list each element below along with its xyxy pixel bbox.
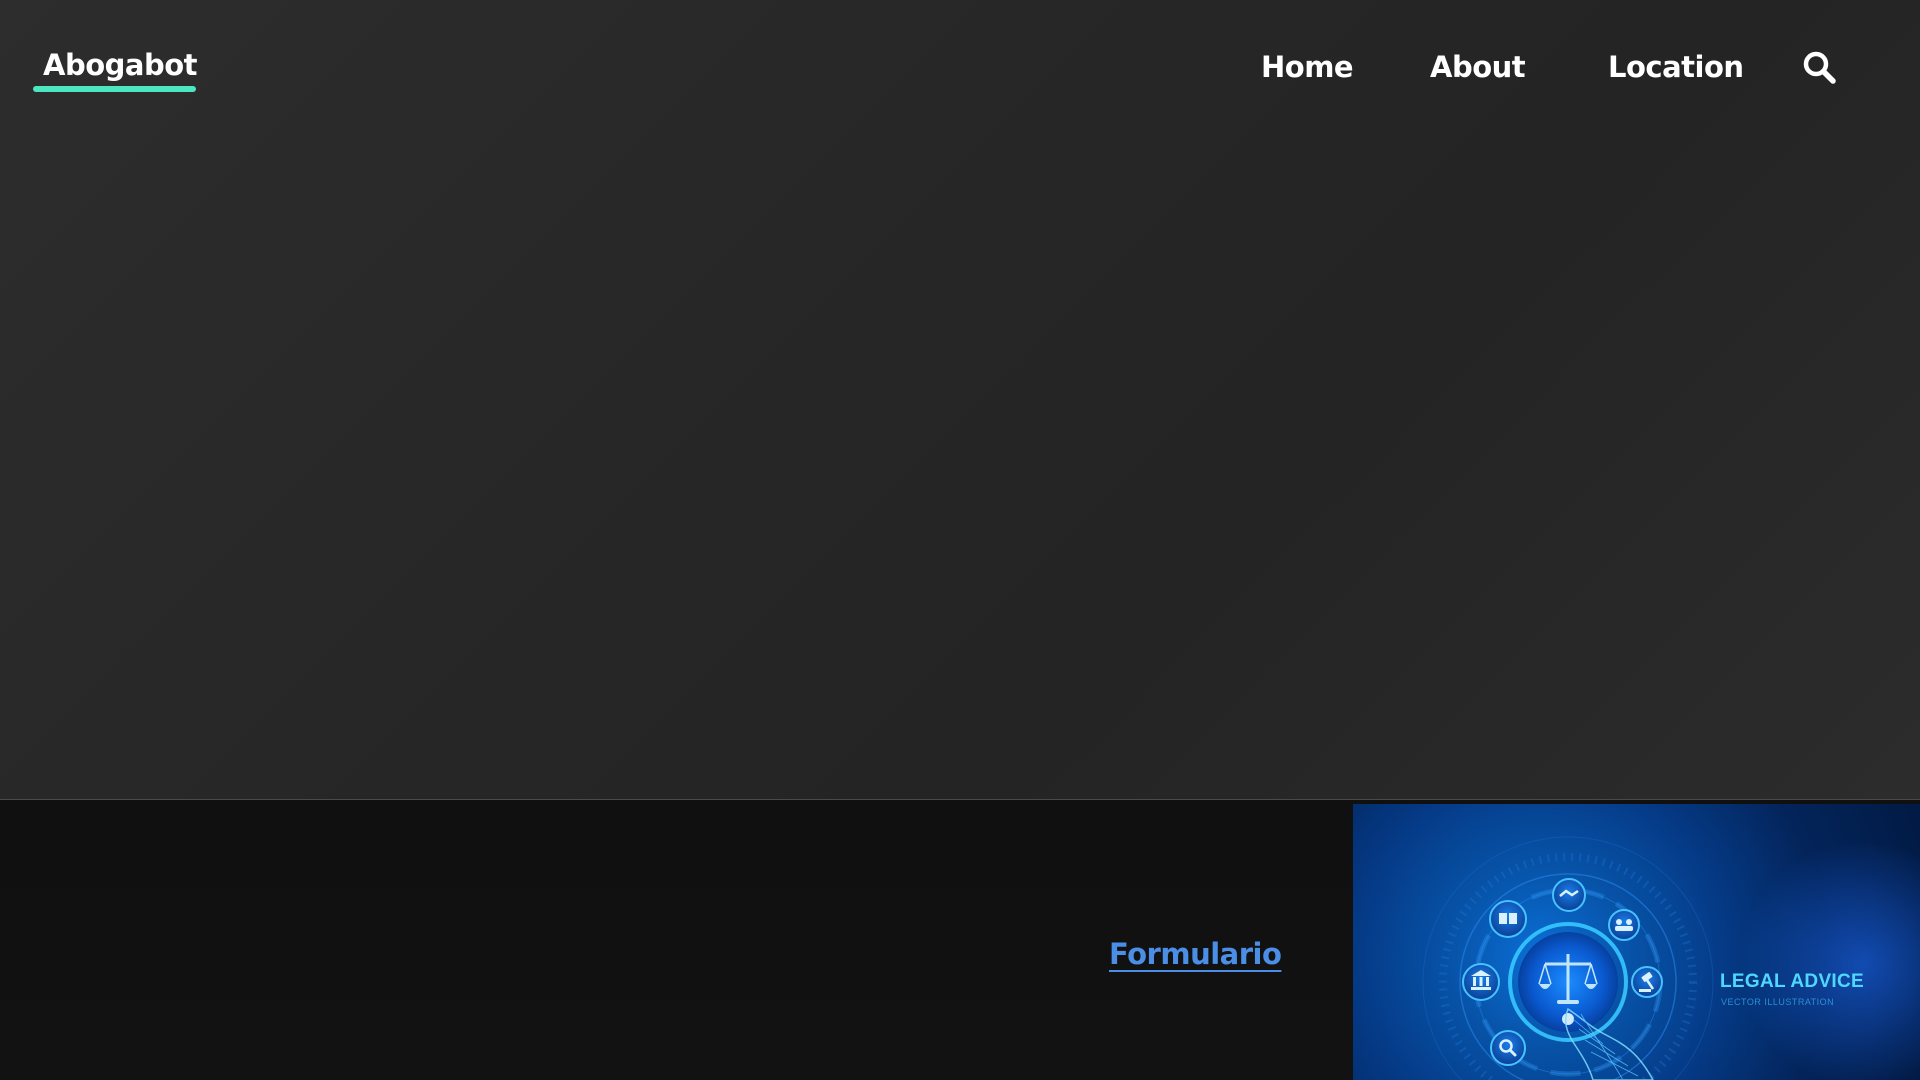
brand-name: Abogabot [43,48,198,82]
scales-icon [1508,922,1628,1042]
handshake-icon [1552,878,1586,912]
formulario-link[interactable]: Formulario [1109,937,1282,971]
book-icon [1489,900,1527,938]
legal-advice-illustration [1422,836,1714,1080]
people-icon [1608,909,1640,941]
search-icon [1803,51,1836,84]
banner-title: LEGAL ADVICE [1720,971,1865,992]
search-button[interactable] [1800,48,1840,88]
banner-subtitle: VECTOR ILLUSTRATION [1721,997,1835,1007]
nav-home-link[interactable]: Home [1261,48,1354,86]
nav-location-link[interactable]: Location [1608,48,1744,86]
legal-advice-banner: LEGAL ADVICE VECTOR ILLUSTRATION [1353,804,1920,1080]
nav-about-link[interactable]: About [1430,48,1526,86]
magnifier-icon [1490,1030,1526,1066]
brand-logo-link[interactable]: Abogabot [33,44,198,92]
gavel-icon [1631,966,1663,998]
hero-section [0,0,1920,800]
brand-active-underline [33,86,196,92]
courthouse-icon [1462,963,1500,1001]
